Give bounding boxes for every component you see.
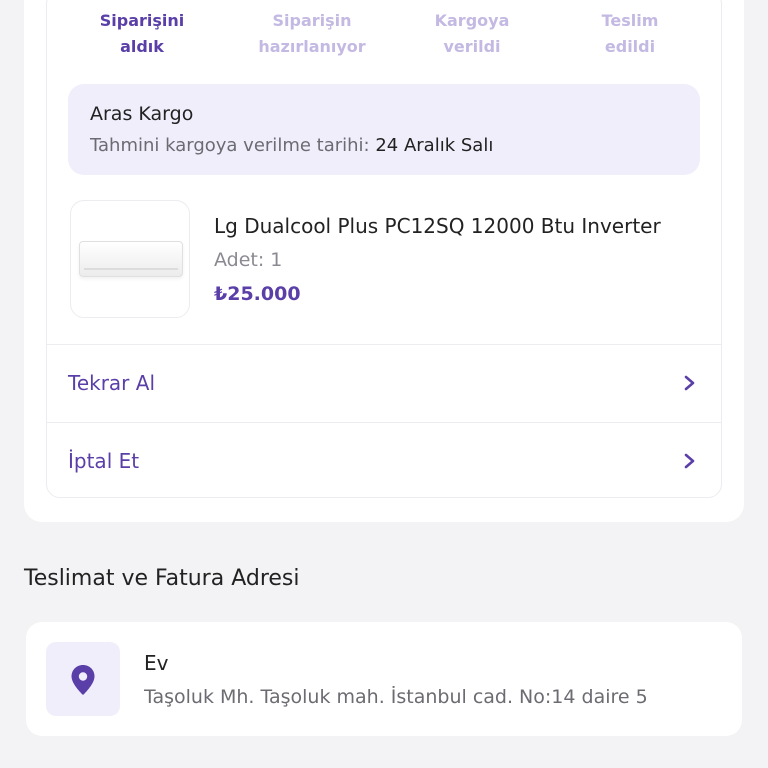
shipping-info-panel: Aras Kargo Tahmini kargoya verilme tarih… [68, 84, 700, 175]
step-label-line2: edildi [604, 37, 656, 56]
step-label-line1: Siparişin [272, 11, 352, 30]
reorder-label: Tekrar Al [68, 371, 156, 395]
eta-value: 24 Aralık Salı [375, 135, 494, 156]
section-title: Teslimat ve Fatura Adresi [24, 566, 300, 591]
product-quantity: Adet: 1 [214, 249, 283, 271]
location-icon-container [46, 642, 120, 716]
address-name: Ev [144, 651, 169, 675]
location-pin-icon [71, 665, 95, 695]
step-label-line1: Siparişini [99, 11, 185, 30]
step-preparing: Siparişin hazırlanıyor [232, 8, 392, 60]
step-label-line2: hazırlanıyor [258, 37, 366, 56]
carrier-name: Aras Kargo [90, 103, 194, 125]
air-conditioner-image [79, 241, 183, 277]
product-image[interactable] [70, 200, 190, 318]
step-delivered: Teslim edildi [550, 8, 710, 60]
step-label-line1: Teslim [601, 11, 659, 30]
step-label-line2: aldık [120, 37, 164, 56]
step-order-received: Siparişini aldık [62, 8, 222, 60]
cancel-label: İptal Et [68, 449, 140, 473]
cancel-order-button[interactable]: İptal Et [47, 423, 721, 499]
product-name[interactable]: Lg Dualcool Plus PC12SQ 12000 Btu Invert… [214, 212, 684, 240]
step-label-line1: Kargoya [434, 11, 510, 30]
step-label-line2: verildi [443, 37, 501, 56]
chevron-right-icon [684, 453, 695, 469]
step-shipped: Kargoya verildi [392, 8, 552, 60]
order-status-steps: Siparişini aldık Siparişin hazırlanıyor … [62, 8, 712, 60]
address-text: Taşoluk Mh. Taşoluk mah. İstanbul cad. N… [144, 686, 648, 708]
eta-label: Tahmini kargoya verilme tarihi: [90, 135, 370, 156]
product-price: ₺25.000 [214, 283, 301, 305]
estimated-ship-date: Tahmini kargoya verilme tarihi: 24 Aralı… [90, 134, 678, 158]
reorder-button[interactable]: Tekrar Al [47, 345, 721, 421]
address-card[interactable]: Ev Taşoluk Mh. Taşoluk mah. İstanbul cad… [26, 622, 742, 736]
chevron-right-icon [684, 375, 695, 391]
